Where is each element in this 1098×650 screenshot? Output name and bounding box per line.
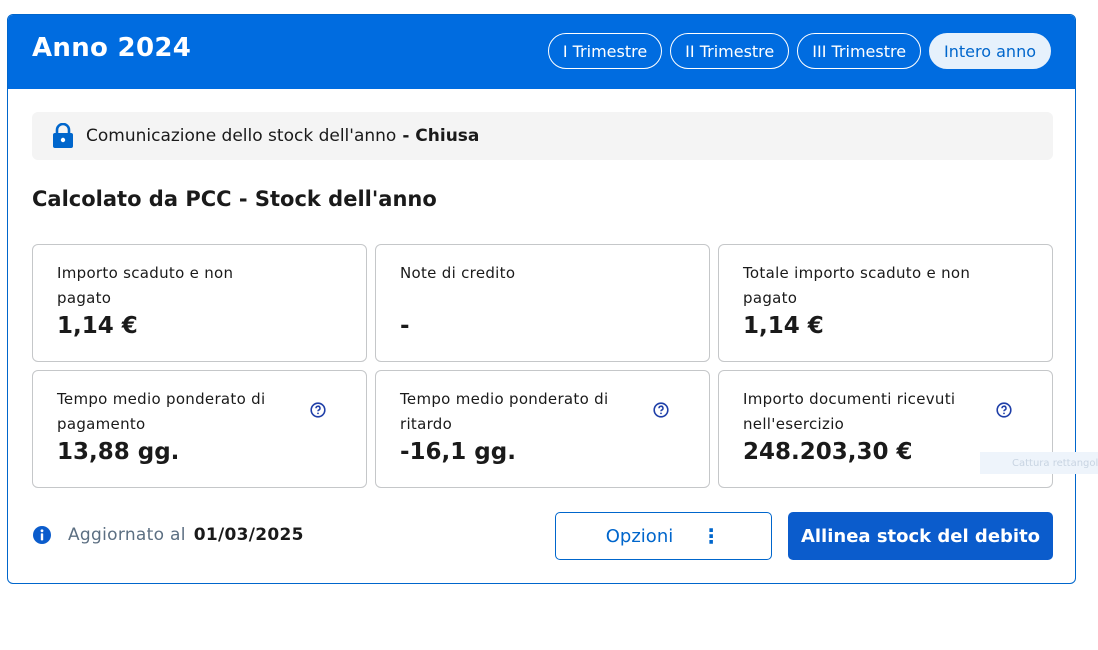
kebab-menu-icon: ⋮ [701, 524, 722, 548]
options-button[interactable]: Opzioni ⋮ [555, 512, 772, 560]
metric-label: Tempo medio ponderato di pagamento [57, 390, 266, 433]
metric-value: - [400, 313, 410, 339]
metric-value: 248.203,30 € [743, 439, 913, 465]
updated-label: Aggiornato al [68, 525, 186, 545]
tab-full-year[interactable]: Intero anno [929, 33, 1051, 69]
help-icon[interactable] [996, 402, 1012, 418]
metric-label: Importo documenti ricevuti nell'esercizi… [743, 390, 956, 433]
metric-card-overdue-amount: Importo scaduto e non pagato 1,14 € [32, 244, 367, 362]
card-header: Anno 2024 I Trimestre II Trimestre III T… [8, 15, 1075, 89]
help-icon[interactable] [653, 402, 669, 418]
metric-label: Importo scaduto e non pagato [57, 264, 234, 307]
period-tabs: I Trimestre II Trimestre III Trimestre I… [547, 33, 1051, 69]
metric-card-total-overdue: Totale importo scaduto e non pagato 1,14… [718, 244, 1053, 362]
info-icon [33, 526, 51, 544]
notice-text: Comunicazione dello stock dell'anno [86, 126, 397, 146]
tab-third-quarter[interactable]: III Trimestre [797, 33, 922, 69]
tab-second-quarter[interactable]: II Trimestre [670, 33, 790, 69]
section-title: Calcolato da PCC - Stock dell'anno [32, 187, 437, 211]
tab-first-quarter[interactable]: I Trimestre [547, 33, 663, 69]
metric-value: 1,14 € [57, 313, 138, 339]
metric-value: 13,88 gg. [57, 439, 180, 465]
stock-status-notice: Comunicazione dello stock dell'anno - Ch… [32, 112, 1053, 160]
metric-label: Note di credito [400, 264, 516, 282]
last-updated: Aggiornato al 01/03/2025 [32, 525, 304, 545]
metric-value: 1,14 € [743, 313, 824, 339]
metric-card-delay-time: Tempo medio ponderato di ritardo -16,1 g… [375, 370, 710, 488]
capture-overlay-label: Cattura rettangolare [980, 452, 1098, 474]
updated-date: 01/03/2025 [193, 525, 304, 545]
metric-value: -16,1 gg. [400, 439, 516, 465]
align-debt-stock-button[interactable]: Allinea stock del debito [788, 512, 1053, 560]
lock-icon [53, 123, 73, 148]
year-title: Anno 2024 [32, 33, 192, 63]
stock-card: Anno 2024 I Trimestre II Trimestre III T… [7, 14, 1076, 584]
metric-label: Totale importo scaduto e non pagato [743, 264, 971, 307]
help-icon[interactable] [310, 402, 326, 418]
notice-status: - Chiusa [402, 126, 480, 146]
metrics-grid: Importo scaduto e non pagato 1,14 € Note… [32, 244, 1053, 488]
options-label: Opzioni [605, 525, 674, 547]
metric-label: Tempo medio ponderato di ritardo [400, 390, 609, 433]
metric-card-credit-notes: Note di credito - [375, 244, 710, 362]
metric-card-payment-time: Tempo medio ponderato di pagamento 13,88… [32, 370, 367, 488]
